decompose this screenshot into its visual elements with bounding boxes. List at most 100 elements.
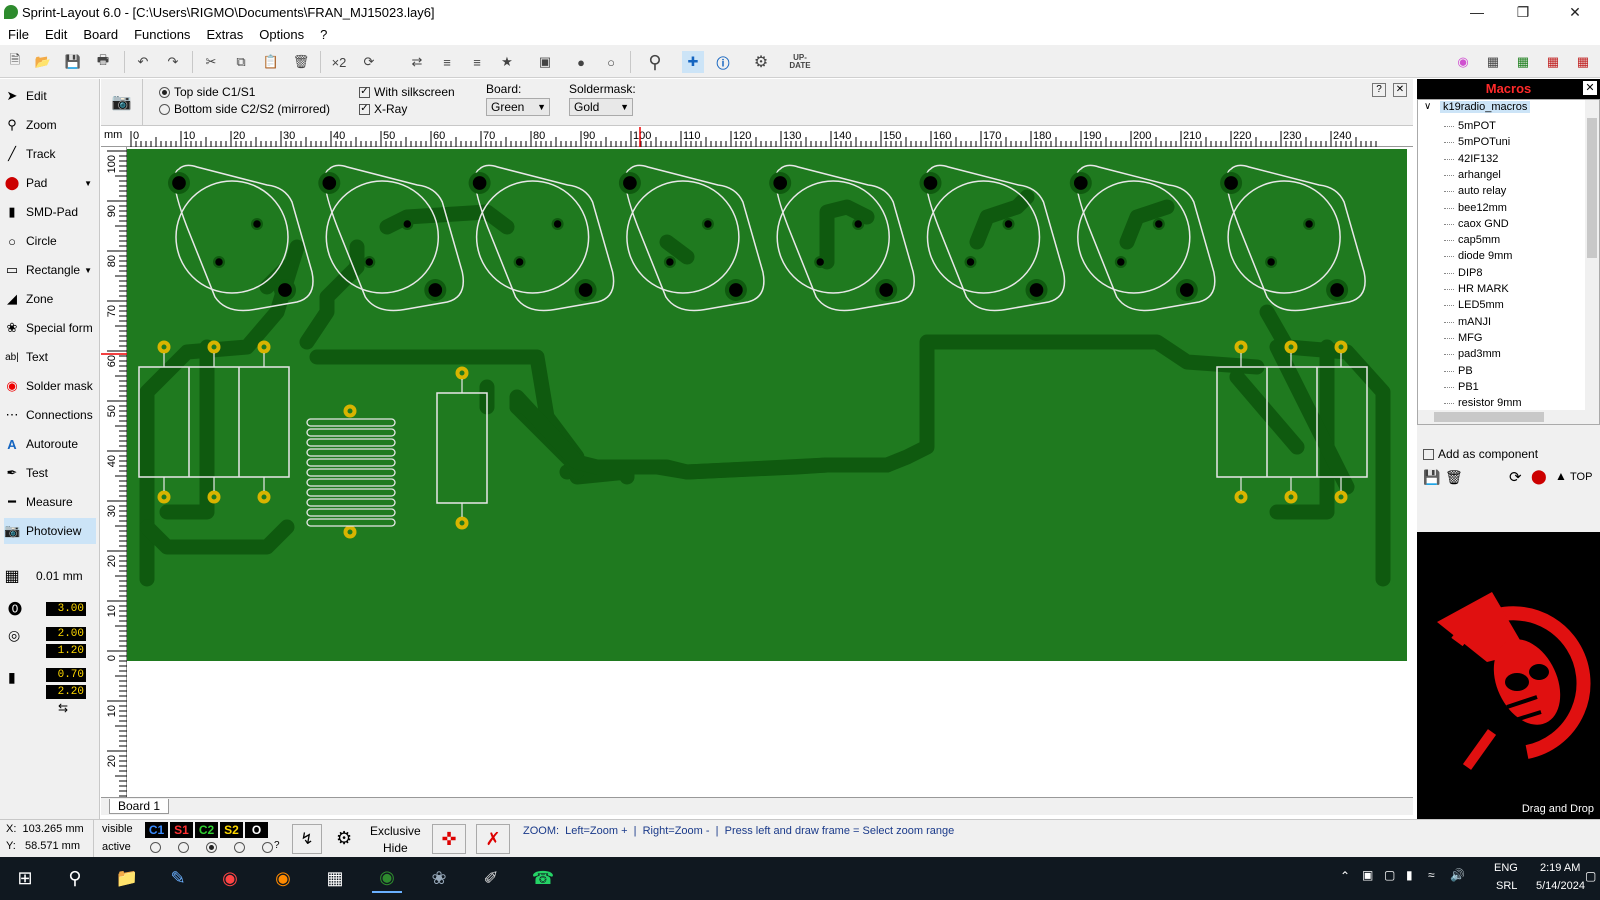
macro-tree[interactable]: ∨ k19radio_macros 5mPOT 5mPOTuni 42IF132 ar… (1417, 99, 1600, 425)
layer-c2-toggle[interactable]: C2 (195, 822, 218, 838)
region-indicator[interactable]: SRL (1496, 880, 1517, 892)
macro-item[interactable]: 42IF132 (1444, 151, 1498, 167)
top-side-radio[interactable]: Top side C1/S1 (159, 85, 255, 99)
macro-item[interactable]: LED5mm (1444, 297, 1504, 313)
search-icon[interactable]: ⚲ (60, 863, 90, 893)
tool-measure[interactable]: ━ Measure (4, 489, 96, 515)
tool-track[interactable]: ╱ Track (4, 141, 96, 167)
macro-item[interactable]: diode 9mm (1444, 248, 1512, 264)
macro-item[interactable]: resistor 9mm (1444, 395, 1522, 411)
crosshair-snap-icon[interactable]: ✚ (682, 51, 704, 73)
active-s2-radio[interactable] (234, 842, 245, 853)
crosshair-icon[interactable]: ✜ (432, 824, 466, 854)
tray-chevron-up-icon[interactable]: ⌃ (1340, 869, 1350, 883)
macro-item[interactable]: PB1 (1444, 379, 1479, 395)
bottom-side-radio[interactable]: Bottom side C2/S2 (mirrored) (159, 102, 330, 116)
track-mode-icon[interactable]: ↯ (292, 824, 322, 854)
close-macros-button[interactable]: ✕ (1583, 81, 1597, 95)
active-s1-radio[interactable] (178, 842, 189, 853)
settings-icon[interactable]: ⚙ (750, 51, 772, 73)
menu-edit[interactable]: Edit (37, 27, 75, 42)
duplicate-icon[interactable]: ×2 (328, 51, 350, 73)
notification-icon[interactable]: ▢ (1585, 869, 1596, 883)
save-macro-icon[interactable]: 💾 (1423, 469, 1440, 486)
layer-s1-toggle[interactable]: S1 (170, 822, 193, 838)
tool-zone[interactable]: ◢ Zone (4, 286, 96, 312)
grid-setting[interactable]: ▦ 0.01 mm (4, 563, 96, 589)
macro-item[interactable]: 5mPOT (1444, 118, 1496, 134)
close-button[interactable]: ✕ (1552, 0, 1598, 24)
add-component-checkbox[interactable]: Add as component (1423, 447, 1538, 461)
tool-zoom[interactable]: ⚲ Zoom (4, 112, 96, 138)
tool-circle[interactable]: ○ Circle (4, 228, 96, 254)
camera-icon[interactable]: 📷 (101, 79, 143, 125)
tab-board-1[interactable]: Board 1 (109, 799, 170, 814)
maximize-button[interactable]: ❐ (1500, 0, 1546, 24)
tool-special-form[interactable]: ❀ Special form (4, 315, 96, 341)
net-icon[interactable]: ▦ (1572, 51, 1594, 73)
macro-item[interactable]: auto relay (1444, 183, 1506, 199)
chevron-down-icon[interactable]: ∨ (1424, 101, 1431, 112)
tray-meet-icon[interactable]: ▣ (1362, 868, 1373, 882)
dropdown-arrow-icon[interactable]: ▼ (84, 179, 92, 188)
tool-text[interactable]: ab| Text (4, 344, 96, 370)
layer-s2-toggle[interactable]: S2 (220, 822, 243, 838)
new-file-icon[interactable]: 🗎 (4, 51, 26, 73)
info-icon[interactable]: ⓘ (712, 51, 734, 73)
r1-icon[interactable]: ▦ (1482, 51, 1504, 73)
distribute-icon[interactable]: ≡ (466, 51, 488, 73)
macro-item[interactable]: DIP8 (1444, 265, 1482, 281)
menu-file[interactable]: File (0, 27, 37, 42)
active-c2-radio[interactable] (206, 842, 217, 853)
macro-item[interactable]: bee12mm (1444, 200, 1507, 216)
menu-options[interactable]: Options (251, 27, 312, 42)
silkscreen-checkbox[interactable]: ✓ With silkscreen (359, 85, 455, 99)
layer-top-icon[interactable]: ▲ (1555, 469, 1567, 483)
lock-icon[interactable]: ● (570, 51, 592, 73)
clock-time[interactable]: 2:19 AM (1540, 862, 1580, 874)
tool-solder-mask[interactable]: ◉ Solder mask (4, 373, 96, 399)
layout-canvas[interactable] (127, 147, 1413, 797)
update-icon[interactable]: UP-DATE (788, 51, 812, 73)
tool-autoroute[interactable]: A Autoroute (4, 431, 96, 457)
tool-test[interactable]: ✒ Test (4, 460, 96, 486)
macro-item[interactable]: 5mPOTuni (1444, 134, 1510, 150)
macro-item[interactable]: cap5mm (1444, 232, 1500, 248)
record-macro-icon[interactable]: ⬤ (1531, 468, 1547, 485)
print-icon[interactable]: 🖶 (92, 51, 114, 73)
paste-icon[interactable]: 📋 (260, 51, 282, 73)
tray-wifi-icon[interactable]: ≈ (1428, 868, 1435, 882)
macro-item[interactable]: MFG (1444, 330, 1482, 346)
open-folder-icon[interactable]: 📂 (32, 51, 54, 73)
tool-photoview[interactable]: 📷 Photoview (4, 518, 96, 544)
macro-folder[interactable]: k19radio_macros (1440, 101, 1531, 113)
swap-icon[interactable]: ⇆ (58, 701, 68, 715)
copy-icon[interactable]: ⧉ (230, 51, 252, 73)
delete-icon[interactable]: 🗑 (290, 51, 312, 73)
macro-item[interactable]: PB (1444, 363, 1473, 379)
record-icon[interactable]: ◉ (1452, 51, 1474, 73)
horizontal-scrollbar[interactable] (1418, 410, 1587, 424)
help-button[interactable]: ? (1372, 83, 1386, 97)
unlock-icon[interactable]: ○ (600, 51, 622, 73)
hide-button[interactable]: Hide (383, 841, 408, 855)
exclusive-button[interactable]: Exclusive (370, 824, 421, 838)
snap-icon[interactable]: ★ (496, 51, 518, 73)
tray-display-icon[interactable]: ▢ (1384, 868, 1395, 882)
calculator-icon[interactable]: ▦ (320, 863, 350, 893)
smd-height-field[interactable]: 2.20 (46, 685, 86, 699)
pad-inner-field[interactable]: 1.20 (46, 644, 86, 658)
dropdown-arrow-icon[interactable]: ▼ (84, 266, 92, 275)
close-panel-button[interactable]: ✕ (1393, 83, 1407, 97)
macro-item[interactable]: pad3mm (1444, 346, 1501, 362)
menu-board[interactable]: Board (75, 27, 126, 42)
file-explorer-icon[interactable]: 📁 (112, 863, 142, 893)
tool-edit[interactable]: ➤ Edit (4, 83, 96, 109)
tool-smd-pad[interactable]: ▮ SMD-Pad (4, 199, 96, 225)
active-o-radio[interactable] (262, 842, 273, 853)
redo-icon[interactable]: ↷ (162, 51, 184, 73)
rotate-icon[interactable]: ⟳ (358, 51, 380, 73)
windows-start-icon[interactable]: ⊞ (10, 863, 40, 893)
xray-checkbox[interactable]: ✓ X-Ray (359, 102, 407, 116)
board-color-select[interactable]: Green ▼ (486, 98, 550, 116)
